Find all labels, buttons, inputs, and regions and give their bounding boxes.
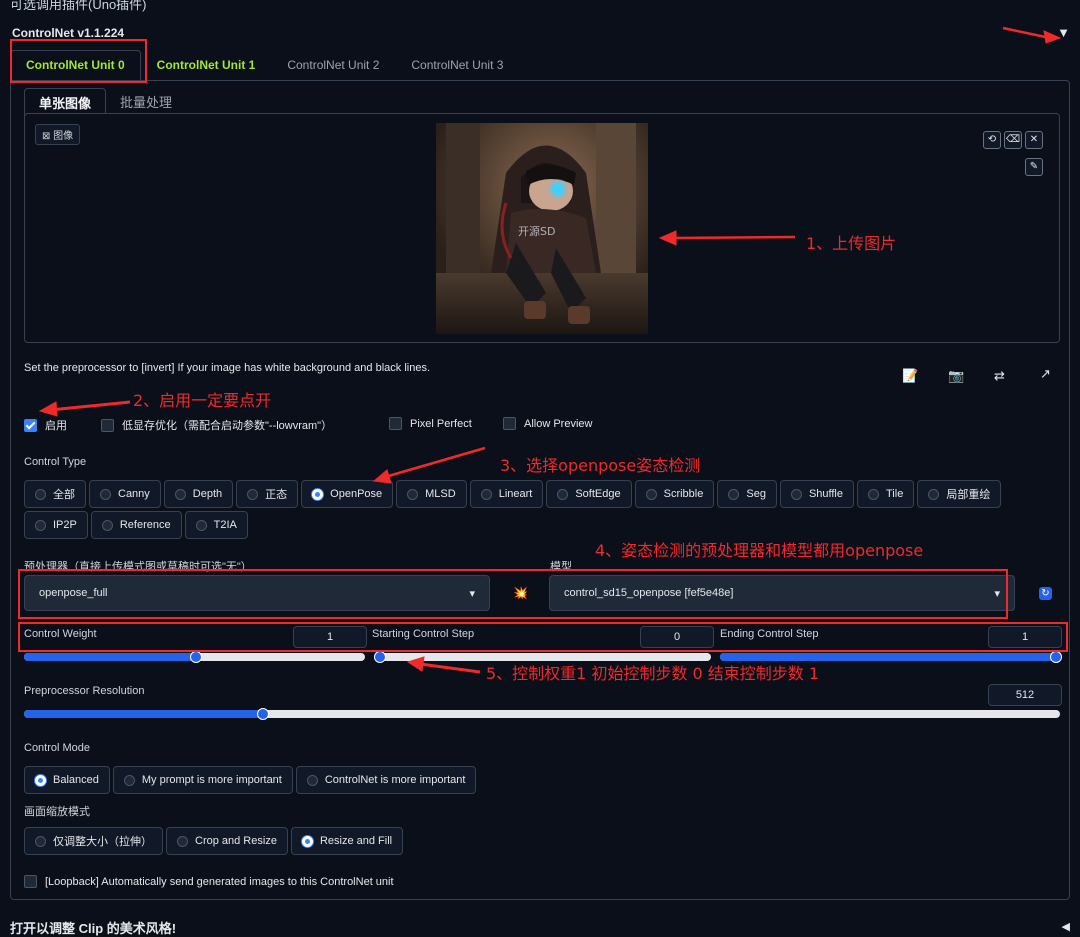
annotation-1: 1、上传图片 — [806, 234, 897, 253]
annotation-5: 5、控制权重1 初始控制步数 0 结束控制步数 1 — [486, 664, 820, 683]
annotation-2: 2、启用一定要点开 — [133, 391, 272, 410]
annotation-4: 4、姿态检测的预处理器和模型都用openpose — [595, 541, 924, 560]
annotation-3: 3、选择openpose姿态检测 — [500, 456, 701, 475]
